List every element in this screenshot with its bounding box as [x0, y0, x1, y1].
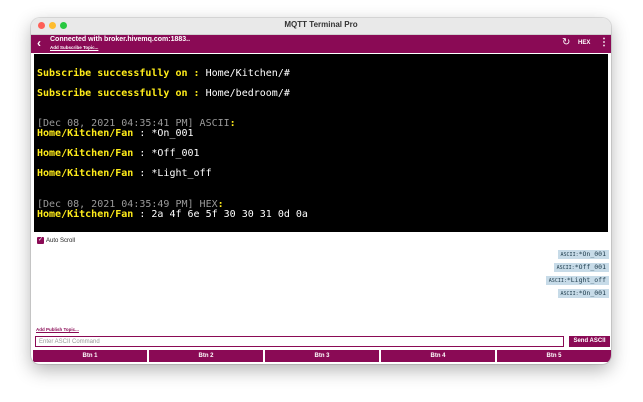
sent-message: ASCII:*Off_001 — [553, 263, 609, 272]
terminal-text: : — [133, 148, 152, 159]
quick-button-1[interactable]: Btn 1 — [33, 350, 147, 362]
terminal-text: *Light_off — [151, 168, 212, 179]
add-publish-topic-link[interactable]: Add Publish Topic... — [36, 327, 79, 332]
auto-scroll-label: Auto Scroll — [46, 237, 76, 244]
terminal-line: Home/Kitchen/Fan : *Light_off — [37, 168, 212, 179]
terminal-text: : — [133, 209, 152, 220]
hex-toggle-button[interactable]: HEX — [578, 40, 590, 46]
sent-message: ASCII:*On_001 — [557, 289, 609, 298]
terminal-output[interactable]: Subscribe successfully on : Home/Kitchen… — [34, 54, 608, 232]
sent-message-text: *On_001 — [578, 250, 606, 258]
sent-message-type: ASCII: — [548, 278, 567, 284]
terminal-text: Subscribe successfully on : — [37, 68, 206, 79]
terminal-line: Subscribe successfully on : Home/Kitchen… — [37, 68, 290, 79]
quick-button-3[interactable]: Btn 3 — [265, 350, 379, 362]
terminal-text: Home/bedroom/# — [205, 88, 290, 99]
terminal-text: *On_001 — [151, 128, 194, 139]
window-title: MQTT Terminal Pro — [284, 20, 358, 29]
terminal-text: Home/Kitchen/Fan — [37, 209, 134, 220]
send-ascii-button[interactable]: Send ASCII — [569, 336, 610, 347]
sent-message: ASCII:*On_001 — [557, 250, 609, 259]
quick-button-2[interactable]: Btn 2 — [149, 350, 263, 362]
app-window: MQTT Terminal Pro ‹ Connected with broke… — [31, 18, 611, 364]
chevron-left-icon[interactable]: ‹ — [37, 37, 41, 49]
terminal-text: 2a 4f 6e 5f 30 30 31 0d 0a — [151, 209, 308, 220]
terminal-text: Home/Kitchen/Fan — [37, 168, 134, 179]
terminal-text: : — [133, 128, 152, 139]
terminal-line: Home/Kitchen/Fan : *On_001 — [37, 128, 194, 139]
refresh-icon[interactable]: ↻ — [562, 37, 570, 49]
sent-message-text: *Off_001 — [574, 263, 606, 271]
checkbox-checked-icon[interactable]: ✓ — [37, 237, 44, 244]
sent-message-type: ASCII: — [556, 265, 575, 271]
terminal-text: Home/Kitchen/# — [205, 68, 290, 79]
terminal-text: : — [229, 118, 236, 129]
quick-button-5[interactable]: Btn 5 — [497, 350, 611, 362]
terminal-line: Home/Kitchen/Fan : 2a 4f 6e 5f 30 30 31 … — [37, 209, 308, 220]
sent-message-type: ASCII: — [560, 291, 579, 297]
sent-message-text: *On_001 — [578, 289, 606, 297]
terminal-text: Home/Kitchen/Fan — [37, 148, 134, 159]
terminal-text: *Off_001 — [151, 148, 200, 159]
terminal-line: Subscribe successfully on : Home/bedroom… — [37, 88, 290, 99]
sent-message-text: *Light_off — [566, 276, 606, 284]
terminal-text: Subscribe successfully on : — [37, 88, 206, 99]
app-header: ‹ Connected with broker.hivemq.com:1883.… — [31, 35, 611, 53]
connection-status: Connected with broker.hivemq.com:1883.. — [50, 36, 191, 43]
terminal-text: : — [133, 168, 152, 179]
command-input[interactable]: Enter ASCII Command — [35, 336, 564, 347]
terminal-text: Home/Kitchen/Fan — [37, 128, 134, 139]
add-subscribe-topic-link[interactable]: Add Subscribe Topic... — [50, 45, 98, 50]
quick-buttons-row: Btn 1 Btn 2 Btn 3 Btn 4 Btn 5 — [33, 350, 611, 362]
terminal-line: Home/Kitchen/Fan : *Off_001 — [37, 148, 200, 159]
sent-message: ASCII:*Light_off — [545, 276, 609, 285]
sent-message-type: ASCII: — [560, 252, 579, 258]
quick-button-4[interactable]: Btn 4 — [381, 350, 495, 362]
kebab-menu-icon[interactable]: ⋮ — [599, 37, 609, 49]
window-titlebar: MQTT Terminal Pro — [31, 18, 611, 35]
auto-scroll-toggle[interactable]: ✓ Auto Scroll — [37, 237, 75, 244]
